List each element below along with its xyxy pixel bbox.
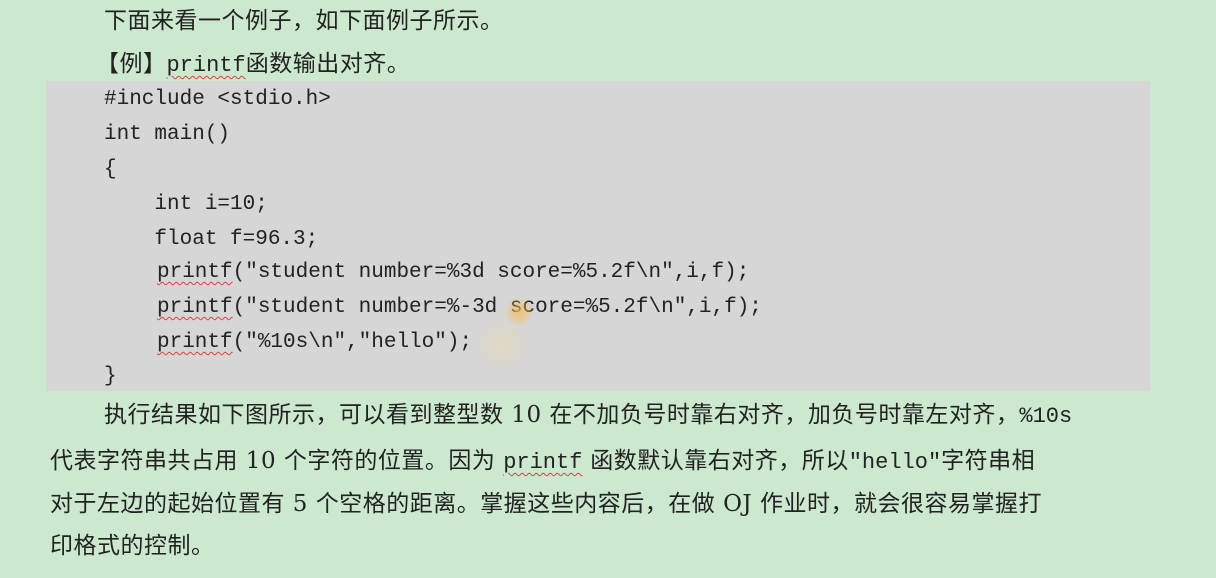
code-line-main: int main() (104, 123, 231, 146)
code-line-int: int i=10; (104, 193, 268, 216)
inline-string-literal: "hello" (848, 450, 942, 475)
code-line-close-brace: } (104, 365, 117, 388)
explanation-line-3: 对于左边的起始位置有 5 个空格的距离。掌握这些内容后，在做 OJ 作业时，就会… (50, 491, 1042, 517)
cursor-pointer (504, 297, 534, 327)
code-printf-token: printf (157, 331, 233, 354)
explanation-text: 执行结果如下图所示，可以看到整型数 10 在不加负号时靠右对齐，加负号时靠左对齐… (104, 402, 1020, 428)
code-printf-args: ("student number=%3d score=%5.2f\n",i,f)… (232, 261, 750, 284)
code-line-printf-2: printf("student number=%-3d score=%5.2f\… (157, 293, 762, 323)
code-printf-token: printf (157, 296, 233, 319)
code-line-open-brace: { (104, 158, 117, 181)
code-line-float: float f=96.3; (104, 228, 319, 251)
inline-func-name: printf (503, 450, 583, 475)
code-line-include: #include <stdio.h> (104, 88, 331, 111)
code-line-printf-1: printf("student number=%3d score=%5.2f\n… (157, 258, 749, 288)
intro-text: 下面来看一个例子，如下面例子所示。 (104, 8, 504, 34)
explanation-line-4: 印格式的控制。 (50, 533, 215, 559)
code-printf-token: printf (157, 261, 233, 284)
example-title: 函数输出对齐。 (245, 51, 411, 77)
example-tag: 【例】 (96, 51, 167, 77)
cursor-glow (472, 320, 532, 370)
explanation-line-1: 执行结果如下图所示，可以看到整型数 10 在不加负号时靠右对齐，加负号时靠左对齐… (104, 400, 1072, 432)
example-heading: 【例】printf函数输出对齐。 (96, 49, 410, 81)
explanation-line-2: 代表字符串共占用 10 个字符的位置。因为 printf 函数默认靠右对齐，所以… (50, 446, 1035, 478)
code-printf-args: ("student number=%-3d score=%5.2f\n",i,f… (232, 296, 762, 319)
example-func-name: printf (166, 53, 246, 78)
code-line-printf-3: printf("%10s\n","hello"); (157, 328, 472, 358)
explanation-text: 函数默认靠右对齐，所以 (582, 448, 849, 474)
format-spec: %10s (1019, 404, 1073, 429)
explanation-text: 代表字符串共占用 10 个字符的位置。因为 (50, 448, 504, 474)
explanation-text: 字符串相 (941, 448, 1036, 474)
code-printf-args: ("%10s\n","hello"); (232, 331, 473, 354)
